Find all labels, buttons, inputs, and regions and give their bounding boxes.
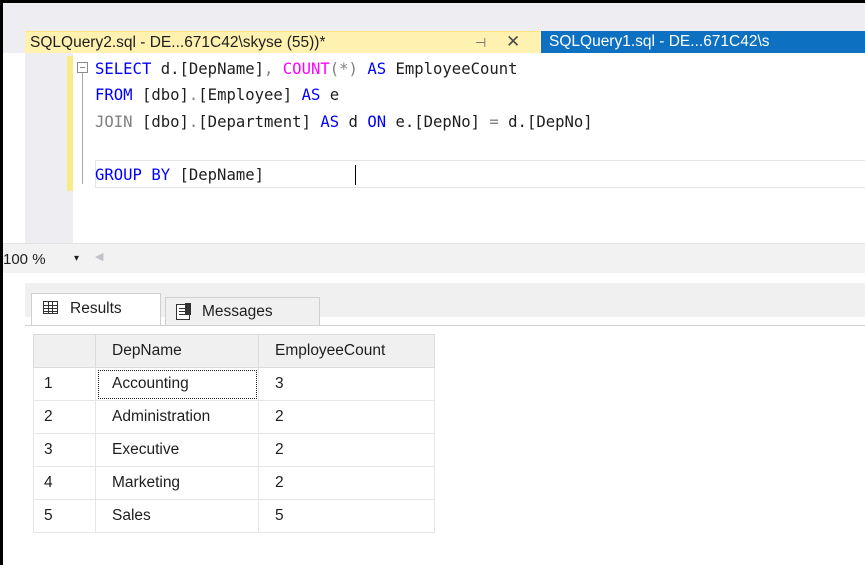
results-grid-container: DepName EmployeeCount 1 Accounting 3 2 A…: [25, 325, 865, 565]
code-token: ON: [367, 113, 387, 131]
tab-messages-label: Messages: [202, 303, 273, 320]
column-header-depname[interactable]: DepName: [95, 334, 259, 368]
code-token: =: [479, 113, 509, 131]
code-area[interactable]: [73, 53, 865, 243]
cell-depname[interactable]: Sales: [95, 499, 259, 533]
editor-margin: [25, 53, 73, 243]
row-number[interactable]: 1: [33, 367, 96, 401]
code-token: EmployeeCount: [386, 60, 518, 78]
row-number-header[interactable]: [33, 334, 96, 368]
ssms-query-window: SQLQuery2.sql - DE...671C42\skyse (55))*…: [3, 3, 865, 565]
query-editor[interactable]: SELECT d.[DepName], COUNT(*) AS Employee…: [3, 53, 865, 243]
row-number[interactable]: 5: [33, 499, 96, 533]
code-line-2[interactable]: FROM [dbo].[Employee] AS e: [95, 83, 339, 107]
code-token: FROM: [95, 86, 133, 104]
code-token: .: [188, 86, 199, 104]
row-number[interactable]: 3: [33, 433, 96, 467]
code-token: [dbo]: [132, 113, 189, 131]
cell-employeecount[interactable]: 2: [258, 400, 435, 434]
pin-icon[interactable]: ⊣: [475, 32, 491, 53]
code-token: [DepName]: [170, 166, 264, 184]
code-token: d.: [508, 113, 527, 131]
code-token: d.: [151, 60, 180, 78]
code-token: [DepNo]: [414, 113, 480, 131]
change-tracking-bar: [67, 56, 73, 191]
cell-depname[interactable]: Marketing: [95, 466, 259, 500]
cell-employeecount[interactable]: 5: [258, 499, 435, 533]
scroll-left-icon[interactable]: ◀: [95, 250, 103, 263]
window-frame: SQLQuery2.sql - DE...671C42\skyse (55))*…: [0, 0, 865, 565]
grid-icon: [43, 301, 58, 314]
code-token: e.: [386, 113, 415, 131]
code-token: [Department]: [198, 113, 321, 131]
code-token: ,: [264, 60, 283, 78]
column-header-employeecount[interactable]: EmployeeCount: [258, 334, 435, 368]
cell-depname[interactable]: Executive: [95, 433, 259, 467]
results-pane: Results Messages DepName EmployeeCount 1: [3, 273, 865, 565]
code-token: [dbo]: [132, 86, 189, 104]
grid-header-row: DepName EmployeeCount: [33, 334, 435, 368]
code-token: SELECT: [95, 60, 152, 78]
collapse-outline-icon[interactable]: [77, 62, 88, 73]
code-token: AS: [320, 113, 340, 131]
cell-depname[interactable]: Administration: [95, 400, 259, 434]
code-line-4[interactable]: GROUP BY [DepName]: [95, 163, 264, 187]
cell-employeecount[interactable]: 2: [258, 433, 435, 467]
code-token: [DepNo]: [526, 113, 593, 131]
table-row[interactable]: 4 Marketing 2: [33, 466, 435, 500]
row-number[interactable]: 2: [33, 400, 96, 434]
cell-depname[interactable]: Accounting: [95, 367, 259, 401]
messages-icon: [176, 303, 191, 320]
table-row[interactable]: 3 Executive 2: [33, 433, 435, 467]
code-token: GROUP BY: [95, 166, 171, 184]
code-token: AS: [301, 86, 321, 104]
code-token: d: [339, 113, 368, 131]
code-token: (*): [329, 60, 368, 78]
text-caret: [355, 165, 356, 185]
code-token: .: [188, 113, 199, 131]
code-token: COUNT: [282, 60, 330, 78]
code-line-3[interactable]: JOIN [dbo].[Department] AS d ON e.[DepNo…: [95, 110, 593, 134]
tab-results[interactable]: Results: [31, 293, 161, 325]
table-row[interactable]: 1 Accounting 3: [33, 367, 435, 401]
zoom-bar: 100 % ▾ ◀: [3, 243, 865, 273]
tab-sqlquery2[interactable]: SQLQuery2.sql - DE...671C42\skyse (55))*…: [25, 31, 541, 53]
cell-employeecount[interactable]: 3: [258, 367, 435, 401]
tab-sqlquery2-title: SQLQuery2.sql - DE...671C42\skyse (55))*: [30, 34, 326, 51]
chevron-down-icon[interactable]: ▾: [74, 253, 79, 264]
code-token: JOIN: [95, 113, 133, 131]
code-line-1[interactable]: SELECT d.[DepName], COUNT(*) AS Employee…: [95, 57, 518, 81]
tab-messages[interactable]: Messages: [165, 297, 320, 325]
cell-employeecount[interactable]: 2: [258, 466, 435, 500]
table-row[interactable]: 2 Administration 2: [33, 400, 435, 434]
document-tab-strip: SQLQuery2.sql - DE...671C42\skyse (55))*…: [3, 3, 865, 53]
results-grid: DepName EmployeeCount 1 Accounting 3 2 A…: [33, 334, 435, 533]
close-icon[interactable]: ✕: [506, 32, 522, 53]
outline-guide: [82, 73, 83, 184]
zoom-level[interactable]: 100 %: [3, 251, 46, 268]
code-token: [Employee]: [198, 86, 302, 104]
table-row[interactable]: 5 Sales 5: [33, 499, 435, 533]
tab-sqlquery1-title: SQLQuery1.sql - DE...671C42\s: [549, 33, 770, 50]
tab-sqlquery1[interactable]: SQLQuery1.sql - DE...671C42\s: [541, 31, 865, 53]
code-token: e: [320, 86, 340, 104]
code-token: AS: [367, 60, 387, 78]
tab-results-label: Results: [70, 300, 122, 317]
row-number[interactable]: 4: [33, 466, 96, 500]
code-token: [DepName]: [179, 60, 265, 78]
